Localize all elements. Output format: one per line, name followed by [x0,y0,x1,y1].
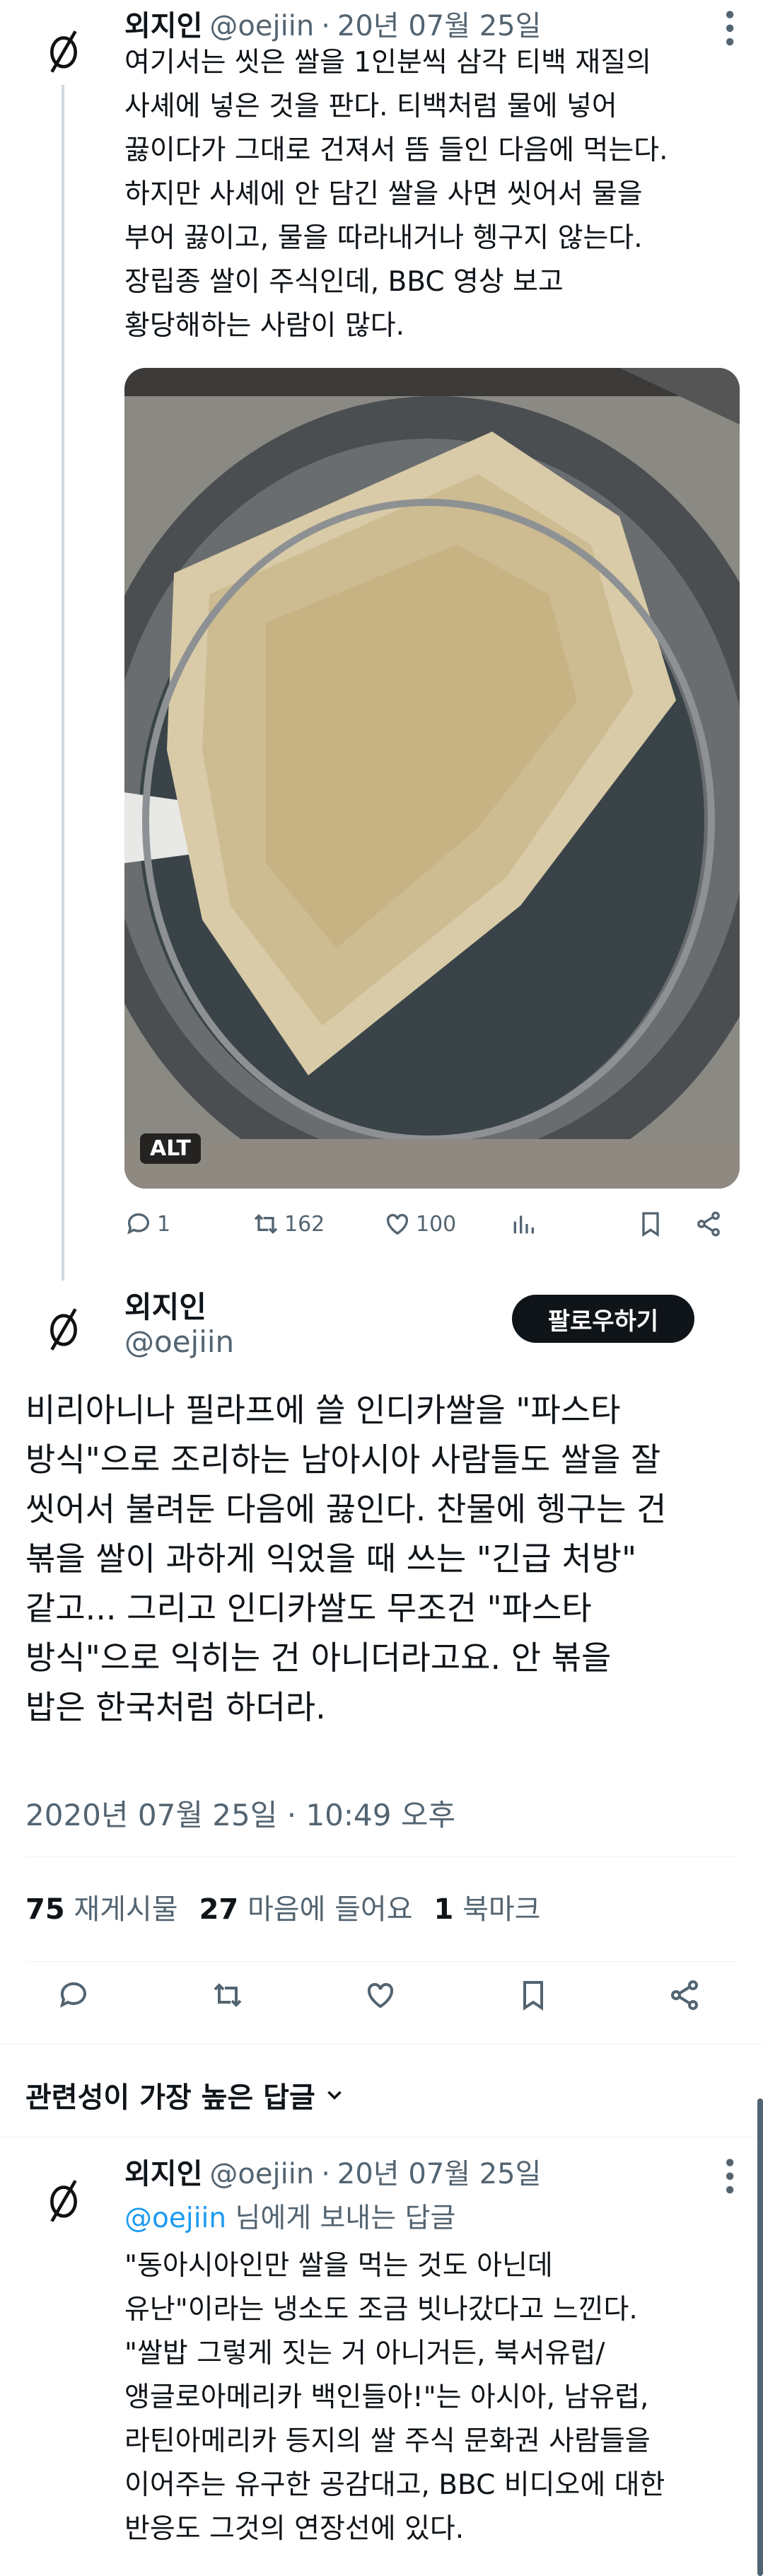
replies-sort-label: 관련성이 가장 높은 답글 [25,2081,315,2114]
bookmarks-stat-label: 북마크 [462,1893,541,1926]
likes-stat-label: 마음에 들어요 [247,1893,413,1926]
views-button[interactable] [509,1210,537,1238]
retweet-button[interactable] [211,1978,245,2015]
empty-set-avatar-icon [50,30,77,73]
follow-button[interactable]: 팔로우하기 [512,1295,694,1343]
avatar[interactable] [30,17,98,85]
share-button[interactable] [668,1978,701,2015]
chevron-down-icon [327,2091,342,2100]
author-handle[interactable]: @oejiin [209,10,314,42]
author-handle[interactable]: @oejiin [209,2158,314,2190]
thread-line [62,82,64,1281]
reply-count: 1 [157,1211,171,1237]
bookmarks-stat[interactable]: 1 북마크 [434,1886,541,1927]
reply-context: @oejiin 님에게 보내는 답글 [124,2196,455,2236]
avatar[interactable] [30,2166,98,2234]
bar-chart-icon [513,1215,534,1234]
bookmark-button[interactable] [516,1978,550,2015]
share-button[interactable] [694,1210,723,1238]
tweet-text: 여기서는 씻은 쌀을 1인분씩 삼각 티백 재질의 사셰에 넣은 것을 판다. … [124,47,668,342]
tweet-header: 외지인 @oejiin · 20년 07월 25일 [124,3,541,44]
heart-icon [386,1213,409,1235]
retweet-button[interactable]: 162 [252,1210,325,1238]
share-icon [671,1980,698,2010]
like-button[interactable]: 100 [383,1210,456,1238]
tweet-text: "동아시아인만 쌀을 먹는 것도 아닌데 유난"이라는 냉소도 조금 빗나갔다고… [124,2250,665,2545]
speech-bubble-icon [60,1982,86,2008]
retweet-count: 162 [284,1211,325,1237]
bookmark-button[interactable] [636,1210,665,1238]
avatar[interactable] [30,1295,98,1363]
author-name[interactable]: 외지인 [124,3,202,44]
stats-row: 75 재게시물 27 마음에 들어요 1 북마크 [25,1886,540,1927]
author-name[interactable]: 외지인 [124,1283,206,1327]
like-button[interactable] [363,1978,397,2015]
replies-sort-dropdown[interactable]: 관련성이 가장 높은 답글 [25,2074,346,2115]
retweet-icon [214,1983,242,2007]
tweet-timestamp[interactable]: 2020년 07월 25일 · 10:49 오후 [25,1791,455,1835]
retweets-stat[interactable]: 75 재게시물 [25,1886,178,1927]
likes-stat-count: 27 [199,1893,239,1926]
tweet-header: 외지인 @oejiin · 20년 07월 25일 [124,2151,541,2192]
bookmark-icon [523,1981,543,2011]
author-name[interactable]: 외지인 [124,2151,202,2192]
tweet-date[interactable]: 20년 07월 25일 [337,2151,542,2192]
like-count: 100 [416,1211,457,1237]
tweet-date[interactable]: 20년 07월 25일 [337,3,542,44]
reply-to-suffix: 님에게 보내는 답글 [235,2202,456,2234]
retweets-stat-count: 75 [25,1893,65,1926]
tweet-photo[interactable]: ALT [124,368,740,1189]
retweets-stat-label: 재게시물 [74,1893,178,1926]
dot-separator: · [321,10,330,42]
tweet-text: 비리아니나 필라프에 쓸 인디카쌀을 "파스타 방식"으로 조리하는 남아시아 … [25,1391,667,1726]
heart-icon [367,1982,394,2009]
divider [0,2043,763,2044]
reply-button[interactable]: 1 [124,1210,170,1238]
dot-separator: · [321,2158,330,2190]
divider [25,1856,738,1857]
divider [25,1961,738,1962]
retweet-icon [254,1213,278,1235]
scrollbar[interactable] [757,2098,763,2576]
bookmark-icon [642,1212,659,1237]
bookmarks-stat-count: 1 [433,1893,454,1926]
share-icon [697,1211,720,1237]
more-dots-icon[interactable]: ••• [714,2155,743,2196]
speech-bubble-icon [127,1213,149,1235]
alt-text-badge[interactable]: ALT [140,1133,201,1164]
empty-set-avatar-icon [50,2180,77,2222]
reply-button[interactable] [57,1978,91,2015]
rice-bag-in-pot-image [124,368,740,1189]
reply-to-handle[interactable]: @oejiin [124,2202,226,2234]
author-handle[interactable]: @oejiin [124,1324,234,1359]
likes-stat[interactable]: 27 마음에 들어요 [199,1886,413,1927]
empty-set-avatar-icon [50,1308,77,1351]
